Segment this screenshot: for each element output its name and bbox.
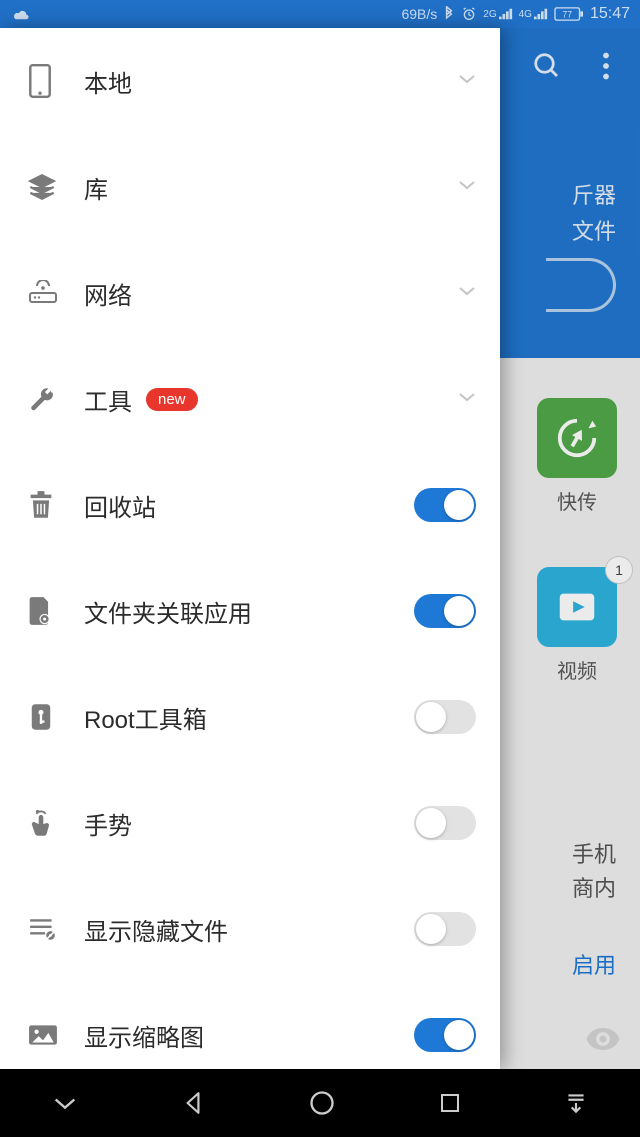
menu-label-library: 库 — [84, 170, 458, 205]
chevron-down-icon — [458, 72, 476, 90]
navigation-drawer: 本地 库 网络 工具 new 回收站 文件夹关联应用 — [0, 28, 500, 1069]
menu-item-network[interactable]: 网络 — [0, 240, 500, 346]
gesture-icon — [28, 808, 84, 838]
list-eye-icon — [28, 916, 84, 942]
toggle-thumbnails[interactable] — [414, 1018, 476, 1052]
wrench-icon — [28, 385, 84, 413]
toggle-root-toolbox[interactable] — [414, 700, 476, 734]
menu-item-recycle-bin[interactable]: 回收站 — [0, 452, 500, 558]
menu-label-gesture: 手势 — [84, 806, 414, 841]
clock: 15:47 — [590, 5, 630, 23]
menu-label-folder-assoc: 文件夹关联应用 — [84, 594, 414, 629]
menu-item-hidden-files[interactable]: 显示隐藏文件 — [0, 876, 500, 982]
image-icon — [28, 1023, 84, 1047]
network-speed: 69B/s — [401, 6, 437, 22]
menu-item-tools[interactable]: 工具 new — [0, 346, 500, 452]
chevron-down-icon — [458, 284, 476, 302]
android-nav-bar — [0, 1069, 640, 1137]
menu-item-library[interactable]: 库 — [0, 134, 500, 240]
menu-item-gesture[interactable]: 手势 — [0, 770, 500, 876]
menu-label-hidden-files: 显示隐藏文件 — [84, 912, 414, 947]
new-badge: new — [146, 388, 198, 411]
menu-item-root-toolbox[interactable]: Root工具箱 — [0, 664, 500, 770]
alarm-icon — [461, 6, 477, 22]
battery-indicator: 77 — [554, 7, 584, 21]
menu-label-local: 本地 — [84, 64, 458, 99]
file-eye-icon — [28, 596, 84, 626]
bluetooth-icon — [443, 6, 455, 22]
toggle-hidden-files[interactable] — [414, 912, 476, 946]
key-icon — [28, 702, 84, 732]
menu-label-root-toolbox: Root工具箱 — [84, 700, 414, 735]
layers-icon — [28, 173, 84, 201]
menu-label-recycle-bin: 回收站 — [84, 488, 414, 523]
nav-home-icon[interactable] — [308, 1089, 336, 1117]
chevron-down-icon — [458, 178, 476, 196]
menu-item-thumbnails[interactable]: 显示缩略图 — [0, 982, 500, 1069]
menu-item-folder-assoc[interactable]: 文件夹关联应用 — [0, 558, 500, 664]
menu-label-thumbnails: 显示缩略图 — [84, 1018, 414, 1053]
menu-label-tools: 工具 — [84, 382, 132, 417]
status-cloud-icon — [12, 7, 30, 21]
nav-recent-icon[interactable] — [438, 1091, 462, 1115]
signal-4g: 4G — [519, 8, 548, 20]
chevron-down-icon — [458, 390, 476, 408]
router-icon — [28, 280, 84, 306]
nav-pulldown-icon[interactable] — [563, 1090, 589, 1116]
signal-2g: 2G — [483, 8, 512, 20]
nav-back-icon[interactable] — [180, 1090, 206, 1116]
toggle-gesture[interactable] — [414, 806, 476, 840]
trash-icon — [28, 490, 84, 520]
nav-down-icon[interactable] — [51, 1093, 79, 1113]
phone-icon — [28, 64, 84, 98]
menu-item-local[interactable]: 本地 — [0, 28, 500, 134]
menu-label-network: 网络 — [84, 276, 458, 311]
toggle-recycle-bin[interactable] — [414, 488, 476, 522]
android-status-bar: 69B/s 2G 4G 77 15:47 — [0, 0, 640, 28]
svg-text:77: 77 — [562, 10, 572, 20]
toggle-folder-assoc[interactable] — [414, 594, 476, 628]
